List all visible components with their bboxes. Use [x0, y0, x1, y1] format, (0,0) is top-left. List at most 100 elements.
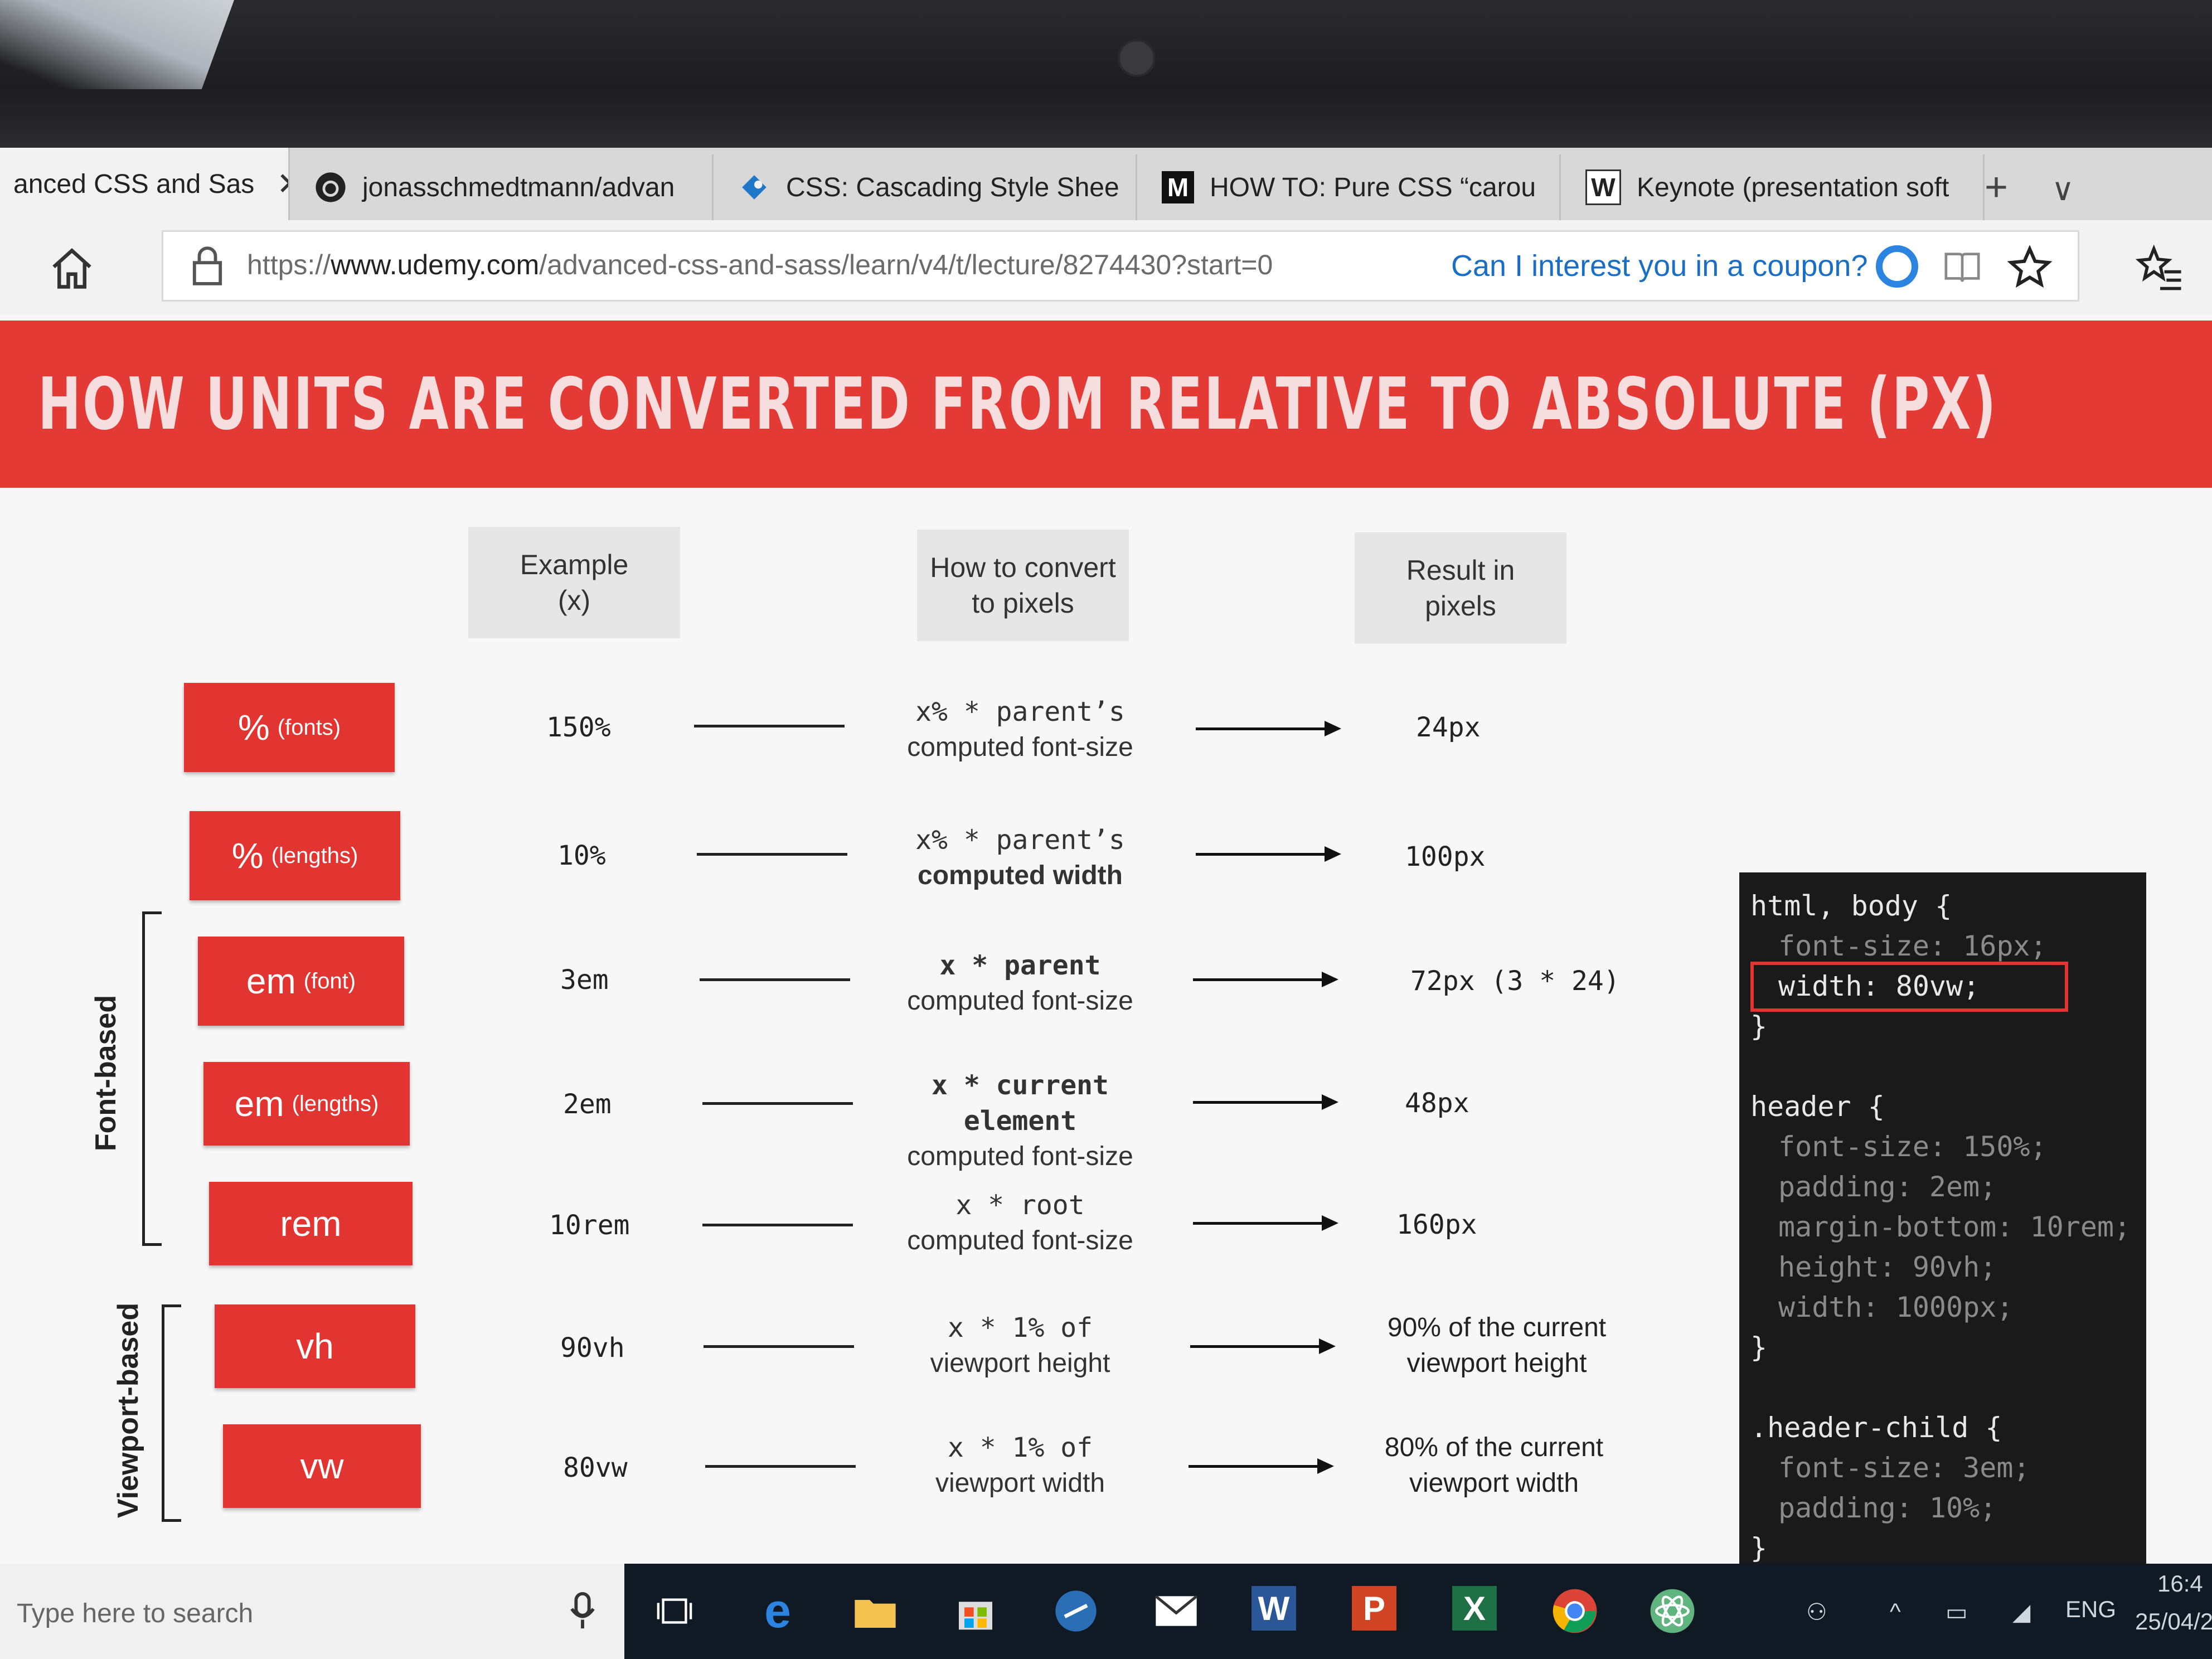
word-icon[interactable]: W [1251, 1586, 1296, 1631]
arrow [1193, 972, 1338, 987]
task-view-icon[interactable] [649, 1586, 700, 1636]
divider-line [697, 853, 847, 856]
medium-icon: M [1162, 171, 1194, 203]
people-icon[interactable]: ⚇ [1806, 1598, 1827, 1626]
excel-icon[interactable]: X [1452, 1586, 1497, 1631]
tab-menu-button[interactable]: ∨ [2051, 171, 2074, 208]
unit-label: vw [223, 1424, 421, 1508]
clock-time[interactable]: 16:4 [2157, 1570, 2203, 1597]
group-label-font: Font-based [90, 995, 122, 1152]
reading-view-icon[interactable] [1943, 248, 1982, 287]
tab-label: anced CSS and Sas [13, 169, 255, 199]
store-icon[interactable] [950, 1586, 1001, 1636]
close-icon[interactable]: ✕ [276, 166, 288, 202]
url-text: https://www.udemy.com/advanced-css-and-s… [247, 249, 1273, 280]
code-line: padding: 2em; [1778, 1171, 1997, 1203]
wifi-icon[interactable]: ◢ [2012, 1598, 2030, 1626]
code-line: } [1750, 1010, 1768, 1042]
code-line: font-size: 150%; [1778, 1131, 2047, 1163]
search-placeholder: Type here to search [17, 1599, 254, 1628]
tab-wikipedia[interactable]: W Keynote (presentation soft [1572, 154, 1985, 220]
file-explorer-icon[interactable] [850, 1586, 900, 1636]
laptop-bezel [0, 0, 2212, 148]
app-icon[interactable] [1051, 1586, 1101, 1636]
slide-banner: HOW UNITS ARE CONVERTED FROM RELATIVE TO… [0, 321, 2212, 488]
code-panel: html, body {font-size: 16px; width: 80vw;… [1739, 872, 2146, 1569]
code-line: .header-child { [1750, 1411, 2002, 1444]
code-line: font-size: 3em; [1778, 1452, 2030, 1484]
column-header-example: Example (x) [468, 527, 680, 638]
cortana-icon[interactable] [1876, 245, 1918, 288]
result-value: 80% of the current viewport width [1384, 1433, 1604, 1498]
chrome-icon[interactable] [1550, 1586, 1600, 1636]
arrow [1196, 846, 1341, 862]
favorite-star-icon[interactable] [2007, 245, 2052, 290]
code-line: } [1750, 1532, 1768, 1564]
conversion-rule: x * current element computed font-size [907, 1070, 1133, 1171]
tab-mdn[interactable]: CSS: Cascading Style Shee [725, 154, 1137, 220]
example-value: 90vh [560, 1332, 625, 1364]
tab-label: jonasschmedtmann/advan [362, 172, 675, 202]
new-tab-button[interactable]: + [1985, 164, 2008, 210]
microphone-icon[interactable] [569, 1592, 596, 1631]
tab-label: CSS: Cascading Style Shee [786, 172, 1119, 202]
viewport-based-bracket [162, 1304, 181, 1522]
tab-github[interactable]: jonasschmedtmann/advan [301, 154, 714, 220]
github-icon [314, 171, 347, 203]
example-value: 10% [557, 840, 606, 871]
tab-medium[interactable]: M HOW TO: Pure CSS “carou [1148, 154, 1561, 220]
conversion-rule: x * 1% of viewport width [935, 1432, 1105, 1498]
conversion-rule: x * 1% of viewport height [930, 1312, 1110, 1378]
search-box[interactable]: Type here to search [0, 1564, 624, 1659]
favorites-hub-icon[interactable] [2135, 242, 2185, 293]
divider-line [704, 1345, 854, 1348]
code-line: padding: 10%; [1778, 1492, 1997, 1524]
divider-line [700, 978, 850, 981]
font-based-bracket [142, 911, 162, 1246]
browser-window: anced CSS and Sas ✕ jonasschmedtmann/adv… [0, 148, 2212, 1569]
address-bar-area: https://www.udemy.com/advanced-css-and-s… [0, 220, 2212, 317]
unit-label: em (lengths) [203, 1062, 410, 1146]
divider-line [694, 725, 845, 727]
battery-icon[interactable]: ▭ [1946, 1598, 1968, 1626]
highlight-box [1750, 962, 2068, 1012]
language-indicator[interactable]: ENG [2065, 1596, 2116, 1623]
slide-title: HOW UNITS ARE CONVERTED FROM RELATIVE TO… [38, 362, 1998, 446]
divider-line [702, 1224, 853, 1226]
result-value: 72px (3 * 24) [1410, 966, 1620, 997]
tab-udemy[interactable]: anced CSS and Sas ✕ [0, 148, 290, 220]
clock-date[interactable]: 25/04/2 [2135, 1608, 2212, 1635]
unit-label: rem [209, 1182, 413, 1265]
arrow [1193, 1094, 1338, 1110]
result-value: 90% of the current viewport height [1387, 1313, 1607, 1378]
chevron-up-icon[interactable]: ^ [1890, 1598, 1901, 1625]
home-icon[interactable] [50, 247, 94, 290]
lock-icon [192, 246, 222, 285]
arrow [1196, 721, 1341, 736]
result-value: 100px [1405, 841, 1486, 872]
mdn-icon [738, 171, 770, 203]
arrow [1190, 1338, 1336, 1354]
url-field[interactable]: https://www.udemy.com/advanced-css-and-s… [162, 230, 2079, 302]
result-value: 160px [1396, 1209, 1477, 1240]
edge-icon[interactable]: e [753, 1584, 803, 1638]
unit-label: % (fonts) [184, 683, 395, 772]
tab-label: Keynote (presentation soft [1637, 172, 1949, 202]
example-value: 10rem [549, 1210, 630, 1241]
atom-icon[interactable] [1647, 1586, 1697, 1636]
lecture-slide: HOW UNITS ARE CONVERTED FROM RELATIVE TO… [0, 315, 2212, 1569]
divider-line [705, 1465, 856, 1468]
example-value: 150% [546, 712, 611, 743]
taskbar: Type here to search e W P X ⚇ ^ ▭ ◢ ENG … [0, 1564, 2212, 1659]
webcam [1118, 39, 1156, 77]
coupon-prompt[interactable]: Can I interest you in a coupon? [1451, 249, 1867, 283]
conversion-rule: x * parent computed font-size [907, 950, 1133, 1016]
code-line: width: 1000px; [1778, 1291, 2014, 1323]
example-value: 3em [560, 964, 609, 996]
powerpoint-icon[interactable]: P [1352, 1586, 1396, 1631]
conversion-rule: x% * parent’s computed font-size [907, 696, 1133, 762]
conversion-rule: x * root computed font-size [907, 1190, 1133, 1255]
arrow [1193, 1215, 1338, 1231]
divider-line [702, 1102, 853, 1105]
mail-icon[interactable] [1151, 1586, 1201, 1636]
